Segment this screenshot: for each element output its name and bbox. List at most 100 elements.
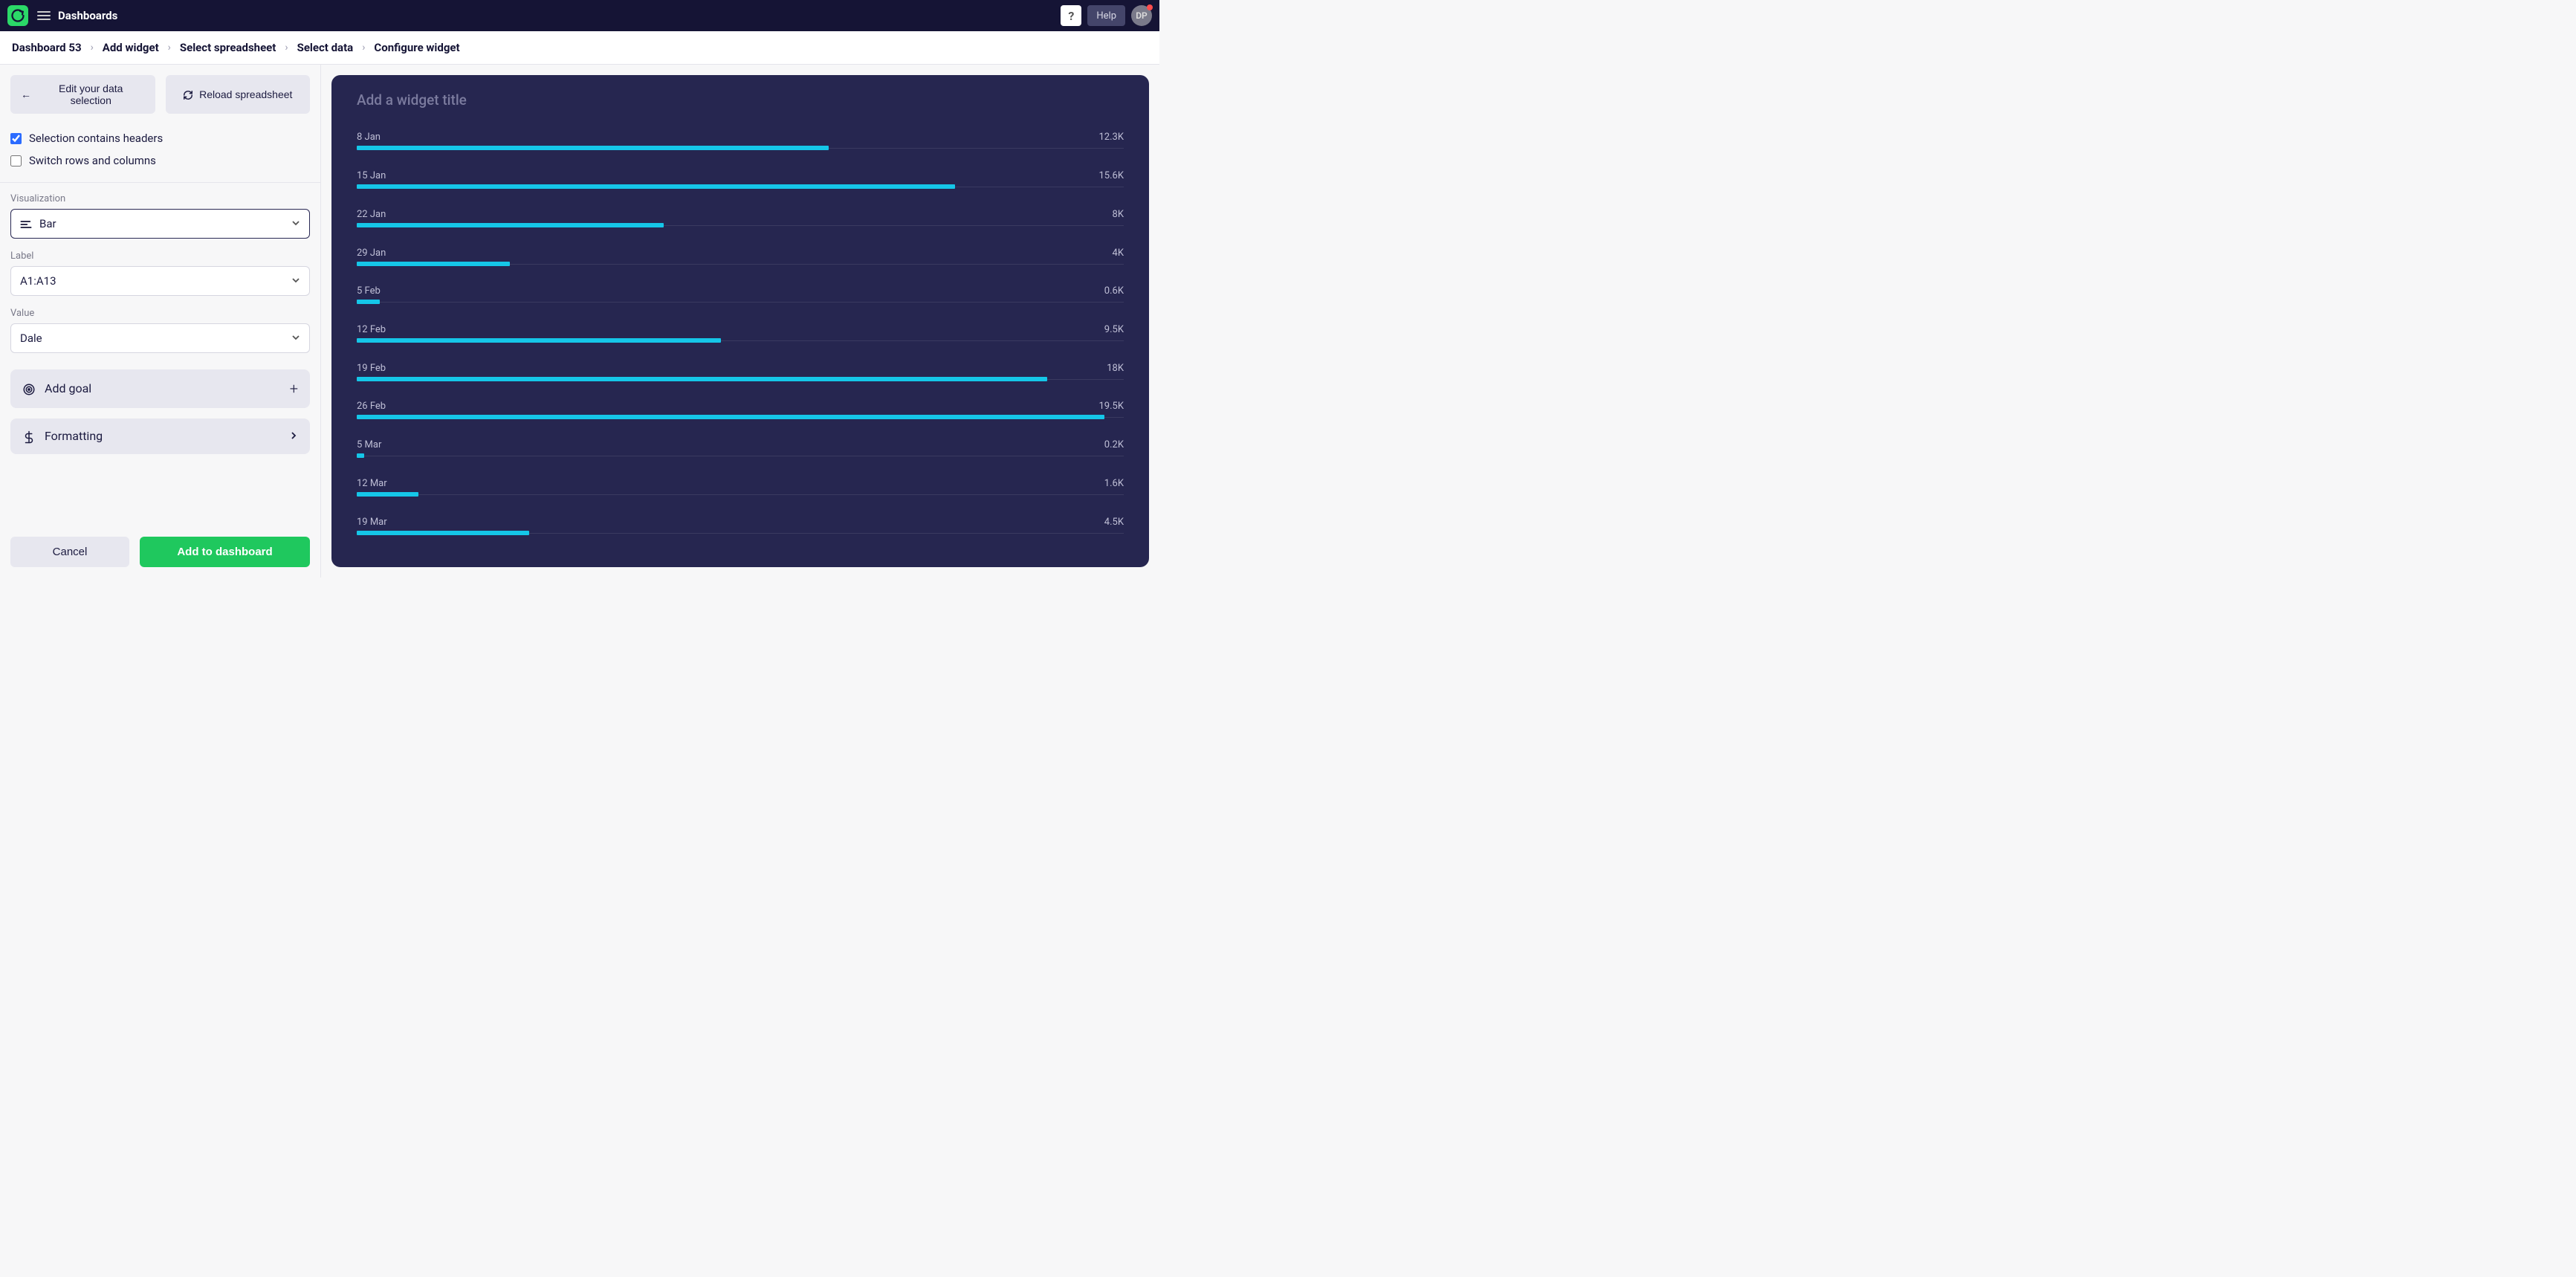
bar-value: 4K <box>1113 248 1124 259</box>
bar-track <box>357 492 1124 495</box>
menu-icon[interactable] <box>37 11 51 20</box>
widget-preview: Add a widget title 8 Jan 12.3K 15 Jan 15.6K… <box>321 65 1159 578</box>
bar-chart-icon <box>20 217 32 230</box>
bar-track <box>357 415 1124 418</box>
arrow-left-icon: ← <box>21 88 31 100</box>
bar-track <box>357 146 1124 149</box>
logo[interactable] <box>7 5 28 26</box>
topbar-section[interactable]: Dashboards <box>58 9 117 22</box>
chart-row: 29 Jan 4K <box>357 242 1124 272</box>
chart-row: 8 Jan 12.3K <box>357 126 1124 156</box>
chevron-right-icon: › <box>362 42 365 54</box>
bar-category: 19 Mar <box>357 517 387 528</box>
visualization-value: Bar <box>39 217 56 230</box>
headers-label: Selection contains headers <box>29 132 163 145</box>
cancel-button[interactable]: Cancel <box>10 537 129 567</box>
bar-track <box>357 453 1124 456</box>
reload-icon <box>183 88 193 100</box>
widget-card: Add a widget title 8 Jan 12.3K 15 Jan 15.6K… <box>331 75 1149 567</box>
edit-data-selection-button[interactable]: ← Edit your data selection <box>10 75 155 114</box>
chart-row: 5 Mar 0.2K <box>357 433 1124 464</box>
headers-checkbox[interactable] <box>10 133 22 144</box>
chart-row: 15 Jan 15.6K <box>357 164 1124 195</box>
bar-category: 12 Feb <box>357 324 386 335</box>
breadcrumb-item[interactable]: Dashboard 53 <box>12 41 82 54</box>
target-icon <box>22 381 36 396</box>
bar-fill <box>357 262 510 266</box>
switch-label: Switch rows and columns <box>29 154 156 167</box>
visualization-select[interactable]: Bar <box>10 209 310 239</box>
reload-spreadsheet-button[interactable]: Reload spreadsheet <box>166 75 311 114</box>
chevron-right-icon <box>289 429 298 443</box>
add-to-dashboard-button[interactable]: Add to dashboard <box>140 537 310 567</box>
chart-row: 5 Feb0.6K <box>357 279 1124 310</box>
label-label: Label <box>10 250 310 262</box>
bar-value: 4.5K <box>1104 517 1124 528</box>
chart-row: 12 Feb 9.5K <box>357 318 1124 349</box>
bar-category: 8 Jan <box>357 132 381 143</box>
label-value: A1:A13 <box>20 274 56 288</box>
widget-title-input[interactable]: Add a widget title <box>357 91 1124 109</box>
bar-category: 22 Jan <box>357 209 386 220</box>
breadcrumb-item[interactable]: Select data <box>297 41 354 54</box>
bar-category: 5 Mar <box>357 439 381 450</box>
bar-value: 12.3K <box>1098 132 1124 143</box>
help-icon-button[interactable]: ? <box>1061 5 1081 26</box>
bar-category: 12 Mar <box>357 478 387 489</box>
value-label: Value <box>10 308 310 319</box>
sidebar-footer: Cancel Add to dashboard <box>0 526 320 578</box>
bar-category: 26 Feb <box>357 401 386 412</box>
bar-fill <box>357 531 529 535</box>
bar-fill <box>357 223 664 227</box>
bar-value: 15.6K <box>1098 170 1124 181</box>
headers-checkbox-row[interactable]: Selection contains headers <box>10 127 310 149</box>
config-sidebar: ← Edit your data selection Reload spread… <box>0 65 321 578</box>
avatar[interactable]: DP <box>1131 5 1152 26</box>
bar-track <box>357 531 1124 534</box>
value-value: Dale <box>20 332 42 345</box>
bar-track <box>357 223 1124 226</box>
bar-value: 1.6K <box>1104 478 1124 489</box>
chart-row: 12 Mar 1.6K <box>357 472 1124 502</box>
add-goal-button[interactable]: Add goal + <box>10 369 310 408</box>
formatting-label: Formatting <box>45 429 103 443</box>
add-goal-label: Add goal <box>45 381 91 395</box>
bar-value: 0.6K <box>1104 285 1124 297</box>
plus-icon: + <box>290 380 298 398</box>
chevron-down-icon <box>291 217 300 230</box>
chevron-down-icon <box>291 332 300 345</box>
switch-checkbox-row[interactable]: Switch rows and columns <box>10 149 310 172</box>
bar-category: 15 Jan <box>357 170 386 181</box>
visualization-label: Visualization <box>10 193 310 204</box>
bar-track <box>357 262 1124 265</box>
bar-fill <box>357 300 380 304</box>
chevron-right-icon: › <box>285 42 288 54</box>
chart-row: 26 Feb19.5K <box>357 395 1124 425</box>
help-button[interactable]: Help <box>1087 5 1125 26</box>
bar-track <box>357 300 1124 303</box>
bar-fill <box>357 492 418 497</box>
breadcrumb-item[interactable]: Add widget <box>103 41 159 54</box>
edit-data-label: Edit your data selection <box>37 83 145 106</box>
topbar: Dashboards ? Help DP <box>0 0 1159 31</box>
label-select[interactable]: A1:A13 <box>10 266 310 296</box>
bar-value: 18K <box>1107 363 1124 374</box>
chart-row: 19 Mar 4.5K <box>357 511 1124 541</box>
bar-value: 8K <box>1113 209 1124 220</box>
bar-fill <box>357 415 1104 419</box>
bar-fill <box>357 453 364 458</box>
bar-value: 9.5K <box>1104 324 1124 335</box>
bar-track <box>357 338 1124 341</box>
chart-row: 19 Feb 18K <box>357 357 1124 387</box>
bar-category: 29 Jan <box>357 248 386 259</box>
value-select[interactable]: Dale <box>10 323 310 353</box>
bar-value: 0.2K <box>1104 439 1124 450</box>
bar-track <box>357 184 1124 187</box>
bar-category: 19 Feb <box>357 363 386 374</box>
formatting-button[interactable]: Formatting <box>10 418 310 454</box>
bar-track <box>357 377 1124 380</box>
bar-fill <box>357 377 1047 381</box>
breadcrumb-item[interactable]: Select spreadsheet <box>180 41 276 54</box>
dollar-icon <box>22 429 36 444</box>
switch-checkbox[interactable] <box>10 155 22 167</box>
